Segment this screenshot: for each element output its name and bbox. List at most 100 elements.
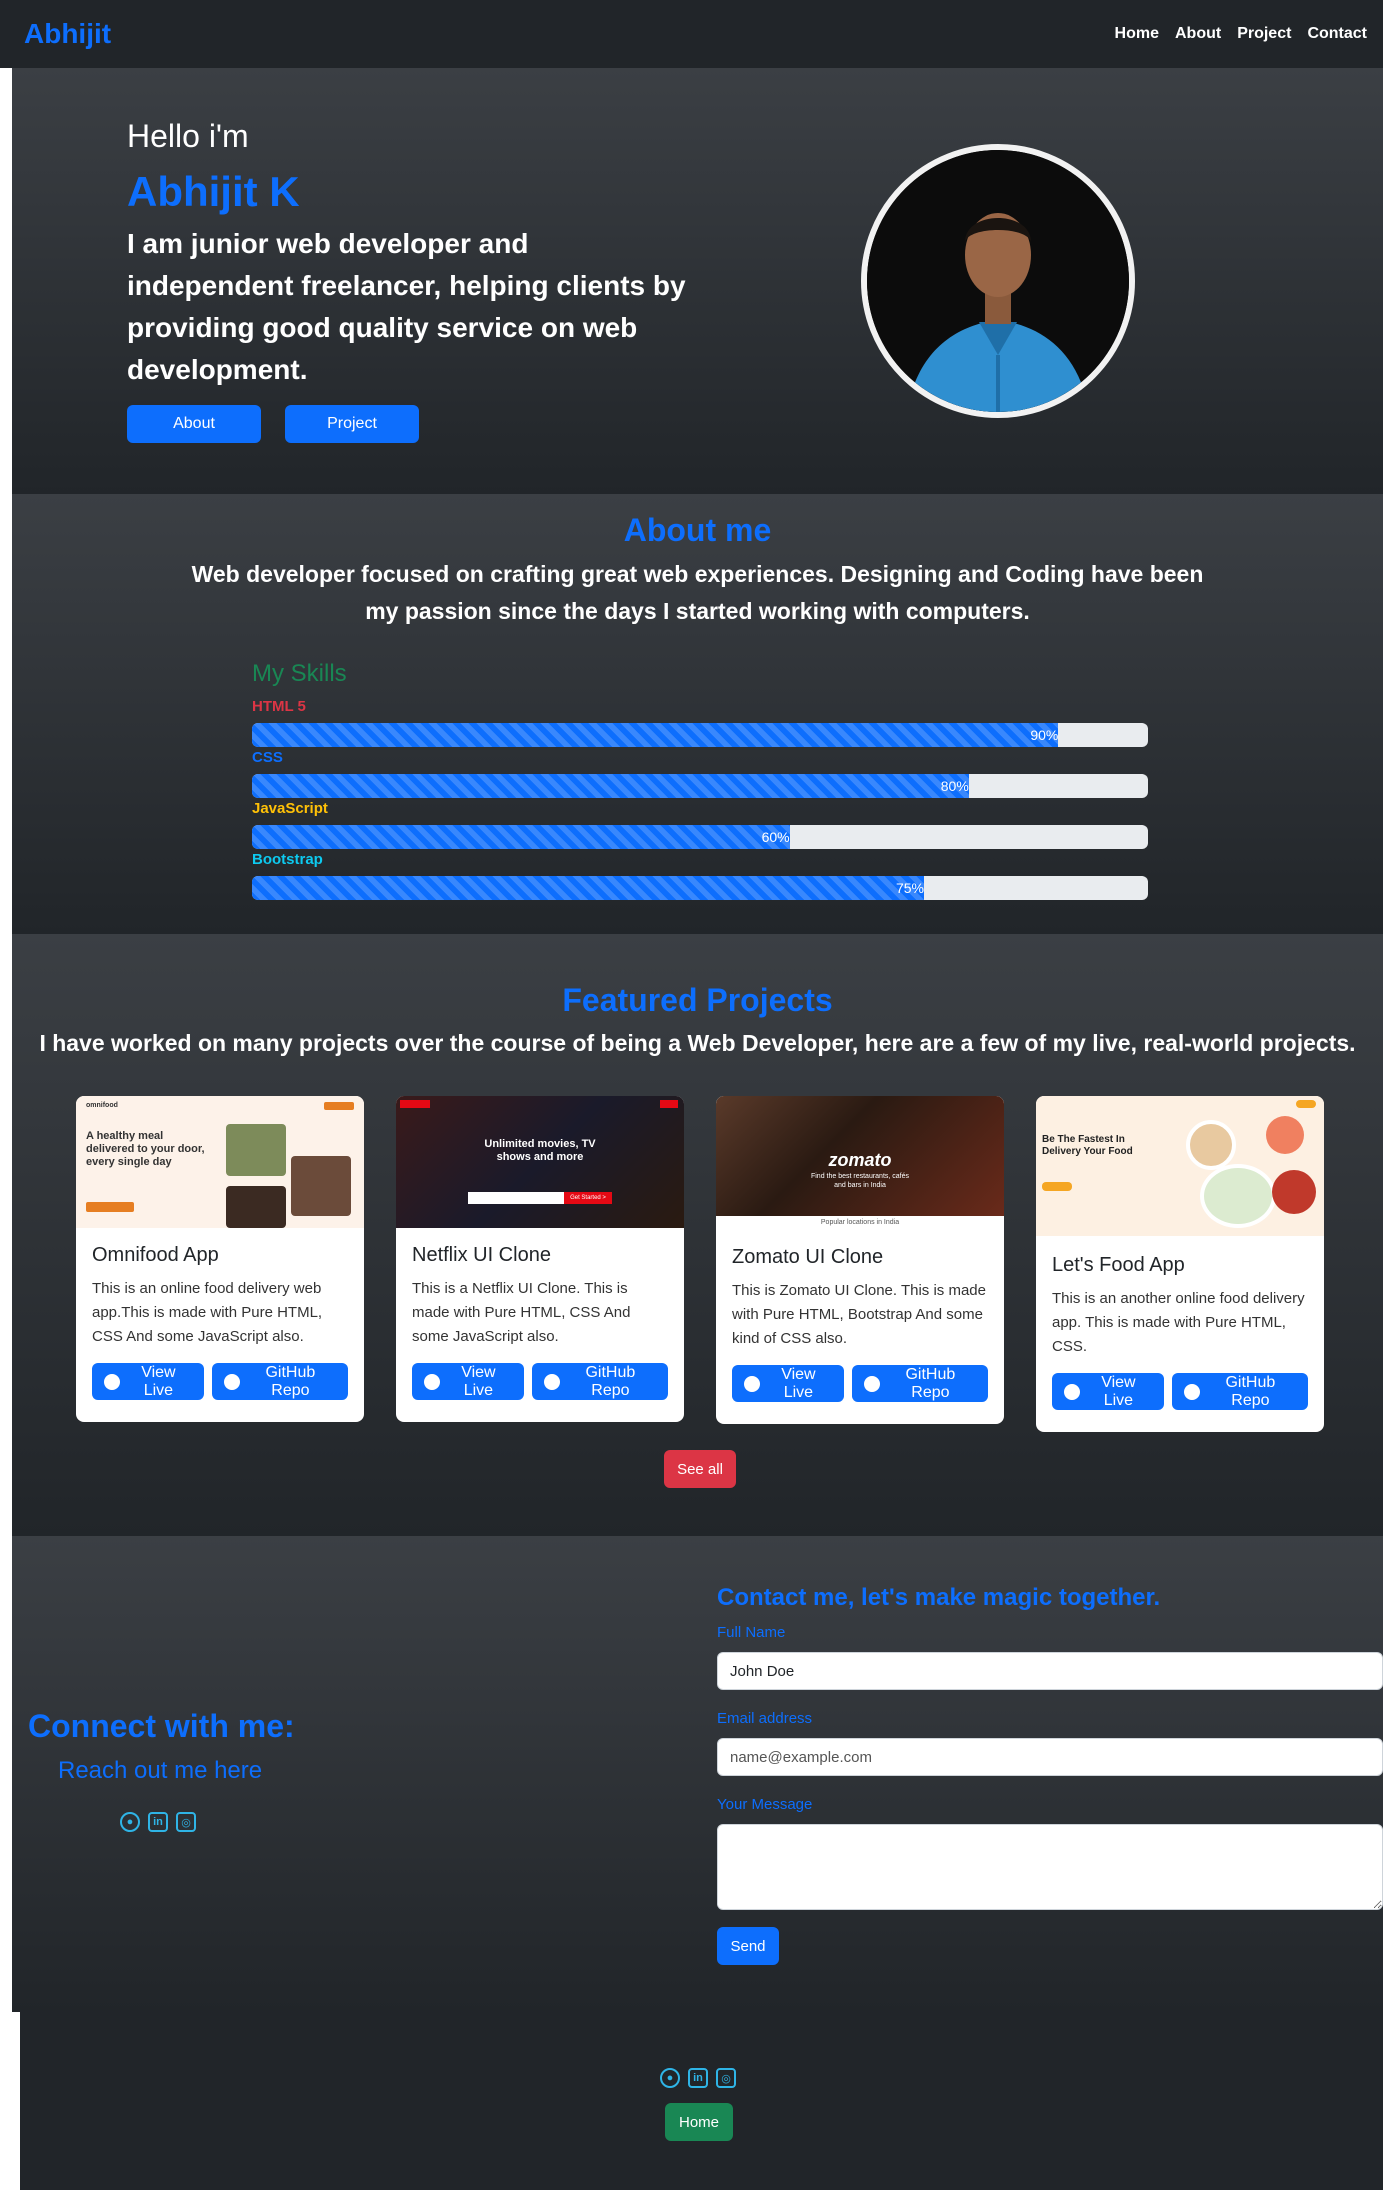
- connect-subtitle: Reach out me here: [58, 1757, 263, 1784]
- card-buttons: View Live GitHub Repo: [412, 1363, 668, 1400]
- globe-icon: [424, 1373, 440, 1390]
- nav-link-about[interactable]: About: [1175, 25, 1221, 43]
- preview-dish-image: [1200, 1164, 1276, 1228]
- social-links: ● in ◎: [120, 1812, 196, 1832]
- preview-headline: A healthy meal delivered to your door, e…: [86, 1130, 205, 1168]
- card-text: This is an another online food delivery …: [1052, 1290, 1305, 1355]
- preview-cta: Get Started >: [564, 1192, 612, 1204]
- email-label: Email address: [717, 1710, 813, 1727]
- card-title: Zomato UI Clone: [732, 1246, 884, 1268]
- brand-logo[interactable]: Abhijit: [24, 18, 111, 50]
- preview-button-block: [86, 1202, 134, 1212]
- profile-photo: [867, 150, 1129, 412]
- github-repo-button[interactable]: GitHub Repo: [852, 1365, 988, 1402]
- project-preview-image: Be The Fastest In Delivery Your Food: [1036, 1096, 1324, 1236]
- hero-project-button[interactable]: Project: [285, 405, 419, 443]
- about-section: About me Web developer focused on crafti…: [12, 494, 1383, 934]
- skill-progress-bar: 90%: [252, 723, 1059, 747]
- preview-logo: zomato: [828, 1150, 892, 1170]
- email-input[interactable]: [717, 1738, 1383, 1776]
- preview-cta-block: [1296, 1100, 1316, 1108]
- button-label: View Live: [461, 1363, 496, 1399]
- card-buttons: View Live GitHub Repo: [92, 1363, 348, 1400]
- card-title: Let's Food App: [1052, 1254, 1185, 1276]
- preview-footer: Popular locations in India: [820, 1219, 900, 1226]
- preview-email-input: [468, 1192, 564, 1204]
- preview-headline: Find the best restaurants, cafés and bar…: [810, 1173, 910, 1189]
- card-text: This is an online food delivery web app.…: [92, 1280, 323, 1345]
- card-text: This is Zomato UI Clone. This is made wi…: [732, 1282, 986, 1347]
- skill-bootstrap: Bootstrap 75%: [252, 851, 1148, 900]
- skill-html: HTML 5 90%: [252, 698, 1148, 747]
- about-text: Web developer focused on crafting great …: [191, 561, 1204, 624]
- skill-javascript: JavaScript 60%: [252, 800, 1148, 849]
- skill-label: CSS: [252, 749, 283, 766]
- linkedin-icon[interactable]: in: [688, 2068, 708, 2088]
- footer-home-button[interactable]: Home: [665, 2103, 733, 2141]
- preview-cta-block: [324, 1102, 354, 1110]
- skill-percent: 60%: [761, 829, 790, 845]
- left-page-margin: [0, 68, 12, 2012]
- button-label: GitHub Repo: [585, 1363, 636, 1399]
- profile-avatar: [861, 144, 1135, 418]
- preview-headline: Unlimited movies, TV shows and more: [484, 1138, 596, 1163]
- hero-about-button[interactable]: About: [127, 405, 261, 443]
- preview-dish-image: [1272, 1170, 1316, 1214]
- globe-icon: [744, 1375, 760, 1392]
- card-text: This is a Netflix UI Clone. This is made…: [412, 1280, 631, 1345]
- card-body: Let's Food App This is an another online…: [1036, 1236, 1324, 1432]
- projects-subtitle: I have worked on many projects over the …: [39, 1030, 1356, 1056]
- instagram-icon[interactable]: ◎: [716, 2068, 736, 2088]
- github-icon[interactable]: ●: [120, 1812, 140, 1832]
- skill-progress: 60%: [252, 825, 1148, 849]
- view-live-button[interactable]: View Live: [412, 1363, 524, 1400]
- skill-label: Bootstrap: [252, 851, 323, 868]
- message-textarea[interactable]: [717, 1824, 1383, 1910]
- project-card-zomato: zomato Find the best restaurants, cafés …: [716, 1096, 1004, 1424]
- project-card-omnifood: omnifood A healthy meal delivered to you…: [76, 1096, 364, 1422]
- skill-progress: 80%: [252, 774, 1148, 798]
- skills-title: My Skills: [252, 660, 347, 687]
- full-name-input[interactable]: [717, 1652, 1383, 1690]
- card-buttons: View Live GitHub Repo: [732, 1365, 988, 1402]
- preview-food-photo: [226, 1124, 286, 1176]
- skill-css: CSS 80%: [252, 749, 1148, 798]
- card-title: Omnifood App: [92, 1244, 219, 1266]
- view-live-button[interactable]: View Live: [732, 1365, 844, 1402]
- project-preview-image: zomato Find the best restaurants, cafés …: [716, 1096, 1004, 1230]
- linkedin-icon[interactable]: in: [148, 1812, 168, 1832]
- button-label: GitHub Repo: [905, 1365, 956, 1401]
- preview-dish-image: [1266, 1116, 1304, 1154]
- preview-logo: omnifood: [86, 1102, 118, 1109]
- card-buttons: View Live GitHub Repo: [1052, 1373, 1308, 1410]
- nav-link-home[interactable]: Home: [1115, 25, 1159, 43]
- skill-progress: 75%: [252, 876, 1148, 900]
- view-live-button[interactable]: View Live: [1052, 1373, 1164, 1410]
- project-preview-image: Unlimited movies, TV shows and more Get …: [396, 1096, 684, 1228]
- card-body: Zomato UI Clone This is Zomato UI Clone.…: [716, 1230, 1004, 1424]
- footer: ● in ◎ Home: [20, 2012, 1383, 2190]
- skill-progress-bar: 80%: [252, 774, 969, 798]
- github-repo-button[interactable]: GitHub Repo: [532, 1363, 668, 1400]
- hero-description: I am junior web developer and independen…: [127, 228, 686, 385]
- contact-form-title: Contact me, let's make magic together.: [717, 1584, 1161, 1611]
- nav-link-contact[interactable]: Contact: [1307, 25, 1367, 43]
- send-button[interactable]: Send: [717, 1927, 779, 1965]
- view-live-button[interactable]: View Live: [92, 1363, 204, 1400]
- instagram-icon[interactable]: ◎: [176, 1812, 196, 1832]
- preview-sign-in: [660, 1100, 678, 1108]
- see-all-button[interactable]: See all: [664, 1450, 736, 1488]
- nav-link-project[interactable]: Project: [1237, 25, 1291, 43]
- github-icon[interactable]: ●: [660, 2068, 680, 2088]
- navbar: Abhijit Home About Project Contact: [0, 0, 1383, 68]
- github-icon: [864, 1375, 880, 1392]
- github-repo-button[interactable]: GitHub Repo: [212, 1363, 348, 1400]
- button-label: GitHub Repo: [1225, 1373, 1276, 1409]
- skill-progress-bar: 60%: [252, 825, 790, 849]
- skill-percent: 80%: [940, 778, 969, 794]
- connect-title: Connect with me:: [28, 1708, 295, 1744]
- projects-title: Featured Projects: [562, 982, 833, 1018]
- card-body: Omnifood App This is an online food deli…: [76, 1228, 364, 1422]
- github-repo-button[interactable]: GitHub Repo: [1172, 1373, 1308, 1410]
- button-label: View Live: [141, 1363, 176, 1399]
